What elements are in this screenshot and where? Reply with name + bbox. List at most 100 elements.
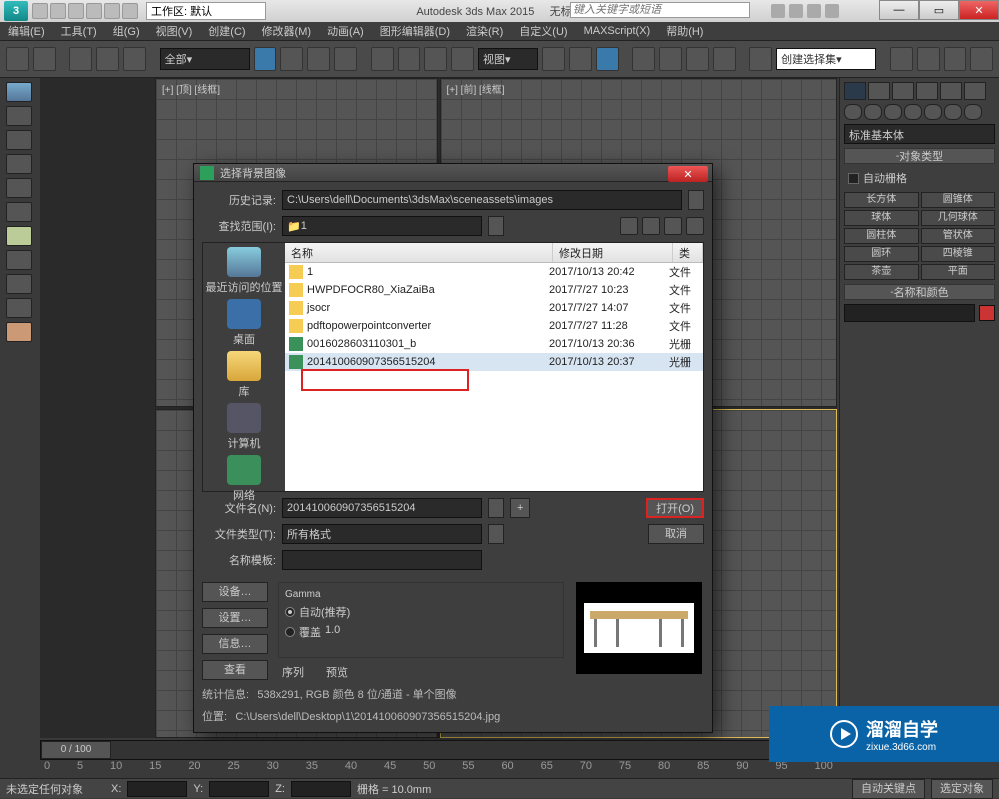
menu-tools[interactable]: 工具(T) xyxy=(61,23,97,39)
obj-cylinder[interactable]: 圆柱体 xyxy=(844,228,919,244)
mirror-icon[interactable] xyxy=(890,47,913,71)
coord-x-input[interactable] xyxy=(127,781,187,797)
lookin-dropdown[interactable]: 📁 1 xyxy=(282,216,482,236)
qat-undo-icon[interactable] xyxy=(86,3,102,19)
helpers-icon[interactable] xyxy=(924,104,942,120)
layers-icon[interactable] xyxy=(944,47,967,71)
setup-button[interactable]: 设置… xyxy=(202,608,268,628)
obj-plane[interactable]: 平面 xyxy=(921,264,996,280)
placement-icon[interactable] xyxy=(451,47,474,71)
place-recent[interactable]: 最近访问的位置 xyxy=(206,247,283,295)
binoculars-icon[interactable] xyxy=(771,4,785,18)
spinner-snap-icon[interactable] xyxy=(713,47,736,71)
undo-icon[interactable] xyxy=(6,47,29,71)
file-row[interactable]: HWPDFOCR80_XiaZaiBa2017/7/27 10:23文件 xyxy=(285,281,703,299)
keyboard-shortcut-icon[interactable] xyxy=(596,47,619,71)
col-date[interactable]: 修改日期 xyxy=(553,243,673,262)
selection-filter[interactable]: 全部 ▾ xyxy=(160,48,250,70)
new-folder-icon[interactable] xyxy=(664,217,682,235)
selected-object-button[interactable]: 选定对象 xyxy=(931,779,993,799)
menu-grapheditors[interactable]: 图形编辑器(D) xyxy=(380,23,450,39)
teapot-tool-icon[interactable] xyxy=(6,82,32,102)
minimize-button[interactable]: — xyxy=(879,0,919,20)
named-selection-set[interactable]: 创建选择集 ▾ xyxy=(776,48,876,70)
gamma-auto-radio[interactable] xyxy=(285,607,295,617)
unlink-icon[interactable] xyxy=(96,47,119,71)
lookin-drop-icon[interactable] xyxy=(488,216,504,236)
palette-tool-5-icon[interactable] xyxy=(6,178,32,198)
systems-icon[interactable] xyxy=(964,104,982,120)
color-swatch[interactable] xyxy=(979,305,995,321)
curve-editor-icon[interactable] xyxy=(970,47,993,71)
coord-y-input[interactable] xyxy=(209,781,269,797)
up-folder-icon[interactable] xyxy=(642,217,660,235)
history-dropdown[interactable]: C:\Users\dell\Documents\3dsMax\sceneasse… xyxy=(282,190,682,210)
pivot-center-icon[interactable] xyxy=(542,47,565,71)
link-icon[interactable] xyxy=(69,47,92,71)
autokey-button[interactable]: 自动关键点 xyxy=(852,779,925,799)
palette-tool-6-icon[interactable] xyxy=(6,202,32,222)
tab-motion-icon[interactable] xyxy=(916,82,938,100)
obj-torus[interactable]: 圆环 xyxy=(844,246,919,262)
align-icon[interactable] xyxy=(917,47,940,71)
back-icon[interactable] xyxy=(620,217,638,235)
coord-z-input[interactable] xyxy=(291,781,351,797)
place-library[interactable]: 库 xyxy=(227,351,261,399)
key-icon[interactable] xyxy=(789,4,803,18)
tab-display-icon[interactable] xyxy=(940,82,962,100)
named-set-edit-icon[interactable] xyxy=(749,47,772,71)
dialog-titlebar[interactable]: 选择背景图像 ✕ xyxy=(194,164,712,182)
workspace-selector[interactable]: 工作区: 默认 xyxy=(146,2,266,20)
device-button[interactable]: 设备… xyxy=(202,582,268,602)
palette-tool-10-icon[interactable] xyxy=(6,298,32,318)
template-input[interactable] xyxy=(282,550,482,570)
qat-open-icon[interactable] xyxy=(50,3,66,19)
place-network[interactable]: 网络 xyxy=(227,455,261,503)
geometry-icon[interactable] xyxy=(844,104,862,120)
tab-create-icon[interactable] xyxy=(844,82,866,100)
window-crossing-icon[interactable] xyxy=(334,47,357,71)
snap-angle-icon[interactable] xyxy=(659,47,682,71)
cancel-button[interactable]: 取消 xyxy=(648,524,704,544)
menu-modifiers[interactable]: 修改器(M) xyxy=(262,23,312,39)
obj-cone[interactable]: 圆锥体 xyxy=(921,192,996,208)
obj-pyramid[interactable]: 四棱锥 xyxy=(921,246,996,262)
help-icon[interactable] xyxy=(825,4,839,18)
qat-save-icon[interactable] xyxy=(68,3,84,19)
rollout-name-color[interactable]: - 名称和颜色 xyxy=(844,284,995,300)
obj-sphere[interactable]: 球体 xyxy=(844,210,919,226)
col-name[interactable]: 名称 xyxy=(285,243,553,262)
star-icon[interactable] xyxy=(807,4,821,18)
open-button[interactable]: 打开(O) xyxy=(646,498,704,518)
ref-coord-system[interactable]: 视图 ▾ xyxy=(478,48,538,70)
file-row[interactable]: jsocr2017/7/27 14:07文件 xyxy=(285,299,703,317)
tab-utilities-icon[interactable] xyxy=(964,82,986,100)
file-row[interactable]: 12017/10/13 20:42文件 xyxy=(285,263,703,281)
object-name-input[interactable] xyxy=(844,304,975,322)
palette-tool-4-icon[interactable] xyxy=(6,154,32,174)
bind-icon[interactable] xyxy=(123,47,146,71)
menu-rendering[interactable]: 渲染(R) xyxy=(466,23,503,39)
qat-redo-icon[interactable] xyxy=(104,3,120,19)
qat-project-icon[interactable] xyxy=(122,3,138,19)
redo-icon[interactable] xyxy=(33,47,56,71)
info-button[interactable]: 信息… xyxy=(202,634,268,654)
move-icon[interactable] xyxy=(371,47,394,71)
snap-percent-icon[interactable] xyxy=(686,47,709,71)
geometry-category-dropdown[interactable]: 标准基本体 xyxy=(844,124,995,144)
menu-edit[interactable]: 编辑(E) xyxy=(8,23,45,39)
filetype-dropdown[interactable]: 所有格式 xyxy=(282,524,482,544)
menu-maxscript[interactable]: MAXScript(X) xyxy=(584,25,651,37)
history-drop-icon[interactable] xyxy=(688,190,704,210)
add-file-button[interactable]: + xyxy=(510,498,530,518)
lock-selection-icon[interactable] xyxy=(89,781,105,797)
filename-input[interactable]: 201410060907356515204 xyxy=(282,498,482,518)
menu-views[interactable]: 视图(V) xyxy=(156,23,193,39)
lights-icon[interactable] xyxy=(884,104,902,120)
place-computer[interactable]: 计算机 xyxy=(227,403,261,451)
help-search-input[interactable] xyxy=(570,2,750,18)
tab-hierarchy-icon[interactable] xyxy=(892,82,914,100)
obj-geosphere[interactable]: 几何球体 xyxy=(921,210,996,226)
obj-box[interactable]: 长方体 xyxy=(844,192,919,208)
select-region-icon[interactable] xyxy=(307,47,330,71)
